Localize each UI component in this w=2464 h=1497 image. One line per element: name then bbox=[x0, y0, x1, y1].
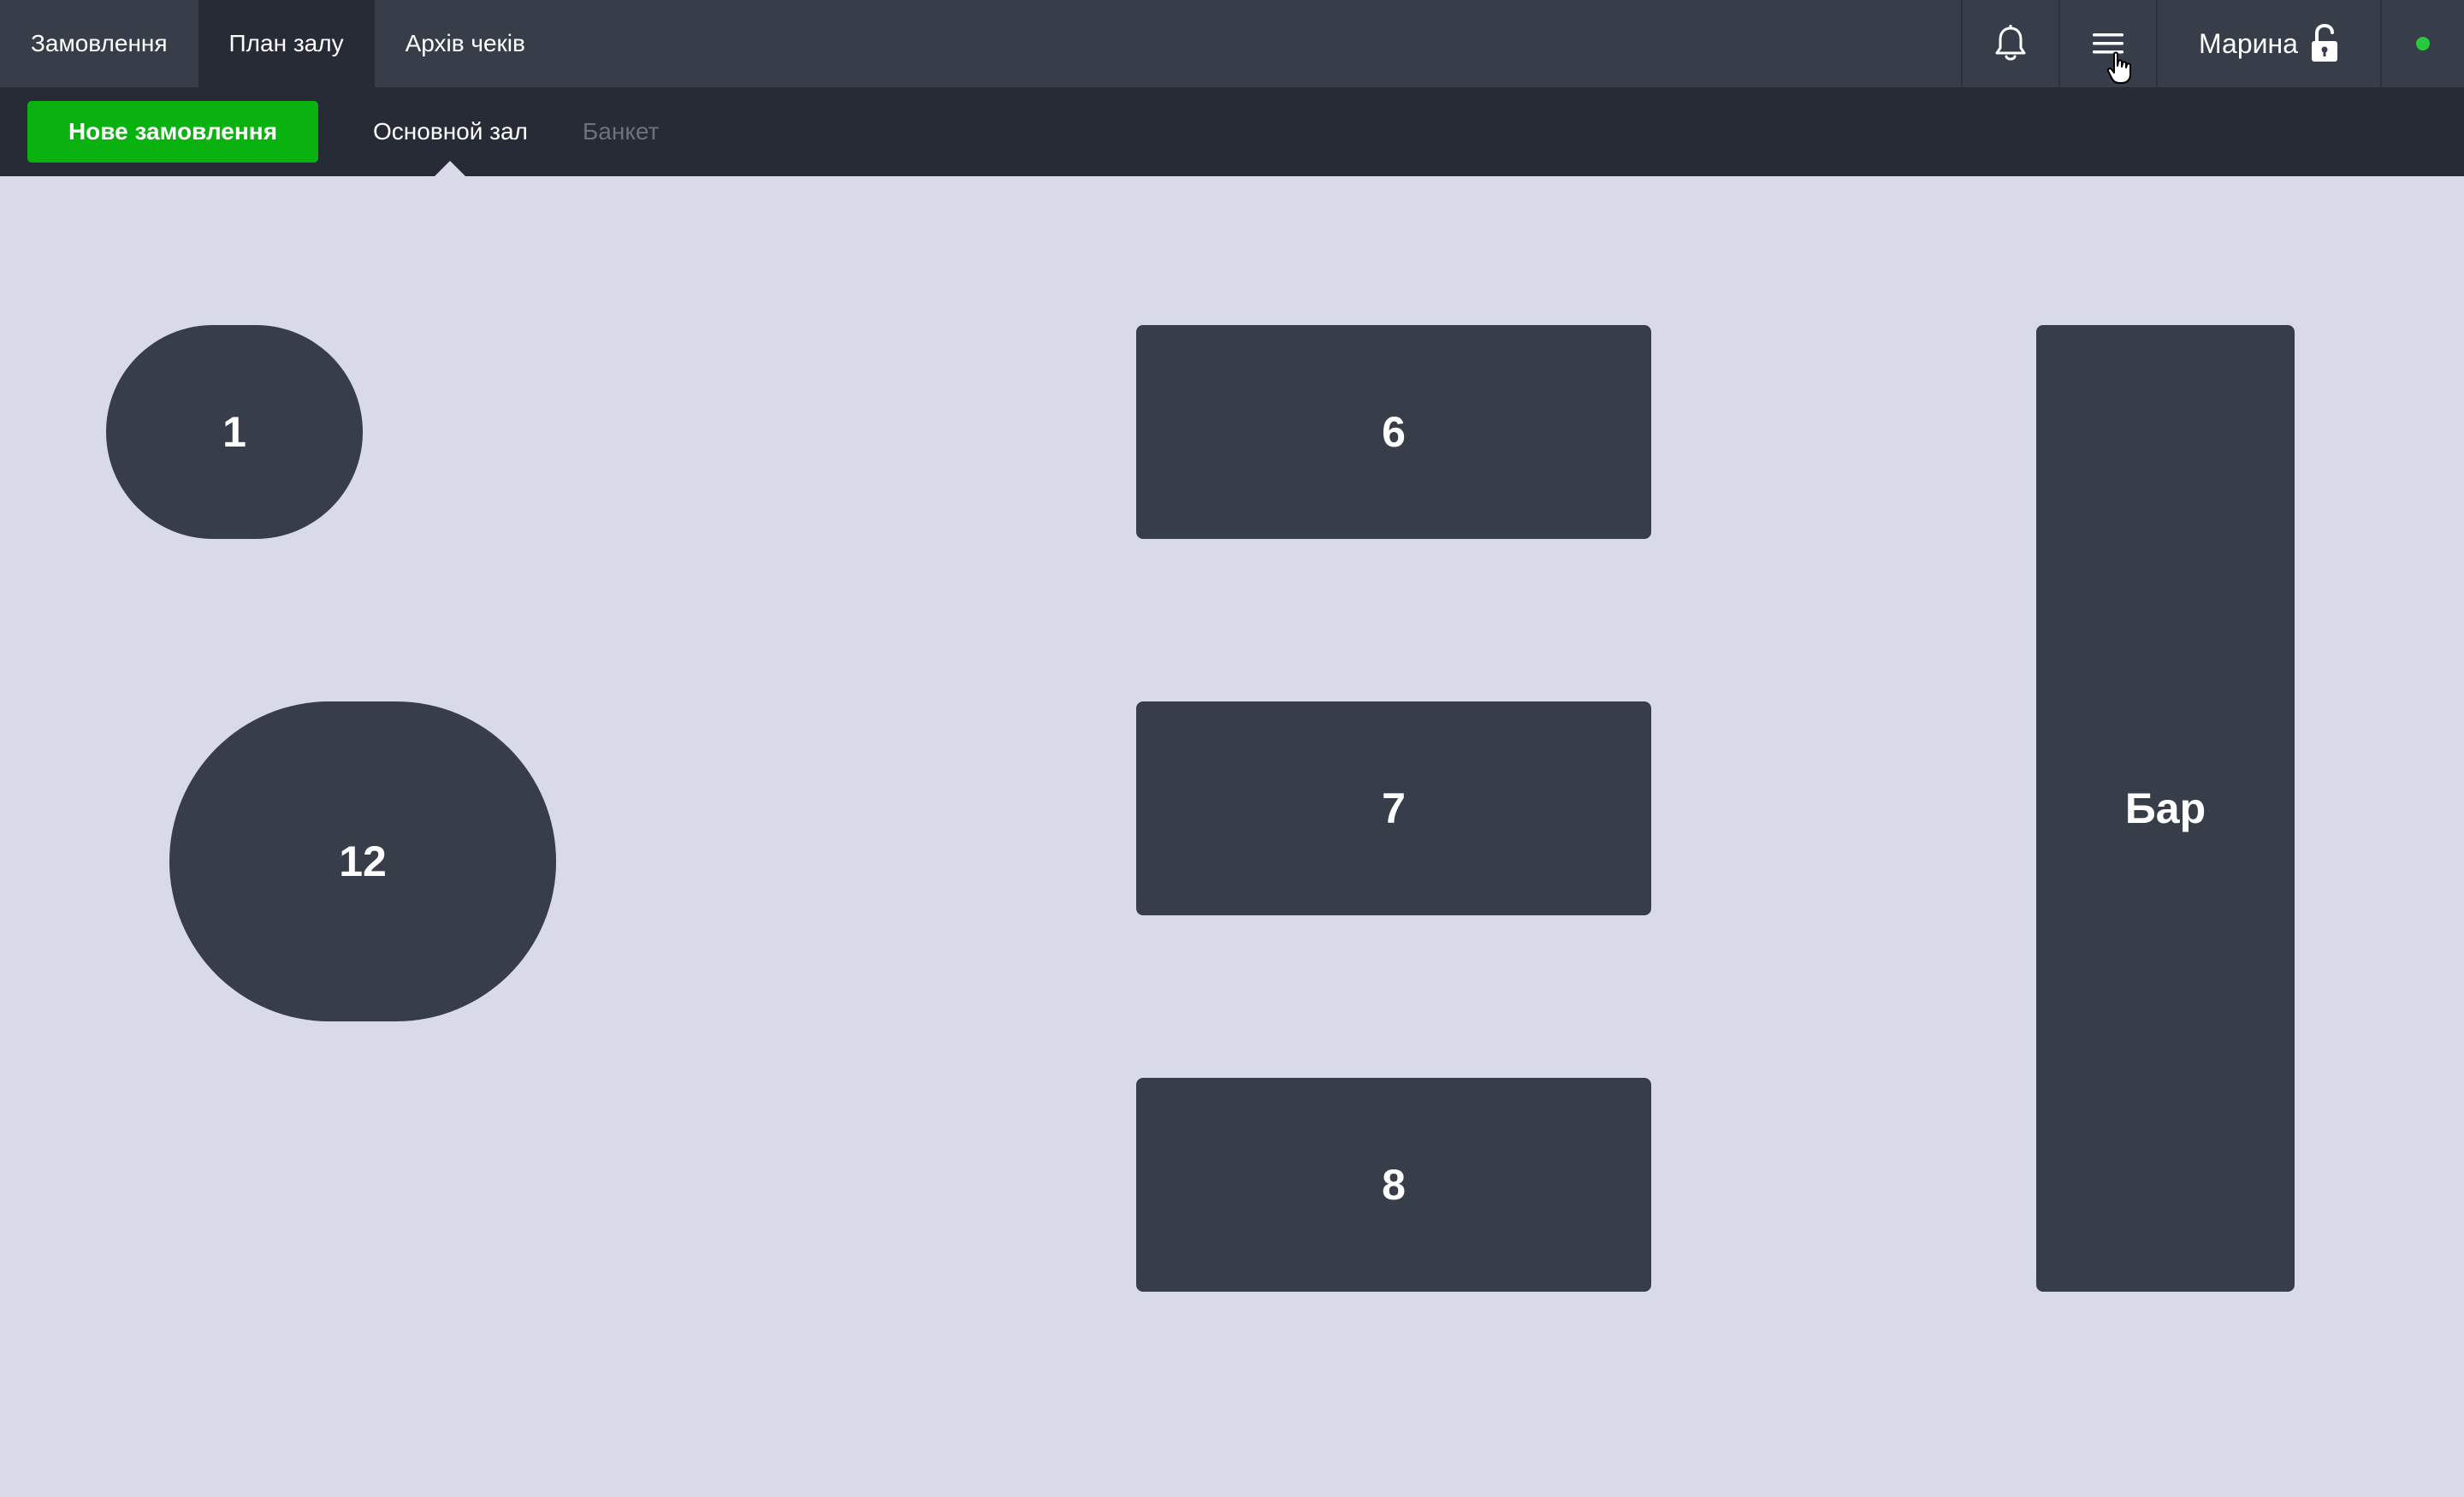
nav-tab-receipts-archive[interactable]: Архів чеків bbox=[375, 0, 556, 87]
hall-tab-label: Банкет bbox=[582, 118, 660, 145]
hall-tab-label: Основной зал bbox=[373, 118, 528, 145]
new-order-button[interactable]: Нове замовлення bbox=[27, 101, 318, 163]
unlocked-padlock-icon bbox=[2311, 24, 2337, 62]
user-name: Марина bbox=[2199, 27, 2298, 59]
hall-selector-bar: Нове замовлення Основной зал Банкет bbox=[0, 87, 2464, 176]
nav-tab-label: Замовлення bbox=[31, 30, 168, 56]
nav-tab-label: Архів чеків bbox=[405, 30, 525, 56]
table-8[interactable]: 8 bbox=[1136, 1078, 1651, 1292]
notifications-button[interactable] bbox=[1961, 0, 2058, 87]
hamburger-menu-icon bbox=[2093, 33, 2123, 54]
table-label: Бар bbox=[2124, 784, 2206, 832]
user-lock-button[interactable]: Марина bbox=[2156, 0, 2380, 87]
table-label: 12 bbox=[339, 837, 387, 885]
nav-tab-hall-plan[interactable]: План залу bbox=[198, 0, 375, 87]
top-navigation-bar: Замовлення План залу Архів чеків Марина bbox=[0, 0, 2464, 87]
table-label: 7 bbox=[1382, 784, 1406, 832]
table-label: 6 bbox=[1382, 408, 1406, 456]
nav-tab-label: План залу bbox=[228, 30, 344, 56]
topbar-right-group: Марина bbox=[1961, 0, 2464, 87]
bell-icon bbox=[1995, 25, 2026, 61]
table-12[interactable]: 12 bbox=[169, 701, 556, 1021]
hall-tab-main[interactable]: Основной зал bbox=[346, 87, 555, 176]
table-label: 8 bbox=[1382, 1161, 1406, 1209]
floor-plan: 1 12 6 7 8 Бар bbox=[0, 176, 2464, 1497]
nav-tab-orders[interactable]: Замовлення bbox=[0, 0, 198, 87]
hall-tab-banquet[interactable]: Банкет bbox=[555, 87, 686, 176]
main-menu-button[interactable] bbox=[2058, 0, 2156, 87]
table-label: 1 bbox=[222, 408, 246, 456]
table-7[interactable]: 7 bbox=[1136, 701, 1651, 915]
table-bar[interactable]: Бар bbox=[2036, 325, 2295, 1292]
connection-status bbox=[2380, 0, 2464, 87]
table-1[interactable]: 1 bbox=[106, 325, 363, 539]
table-6[interactable]: 6 bbox=[1136, 325, 1651, 539]
status-dot-icon bbox=[2416, 37, 2430, 50]
